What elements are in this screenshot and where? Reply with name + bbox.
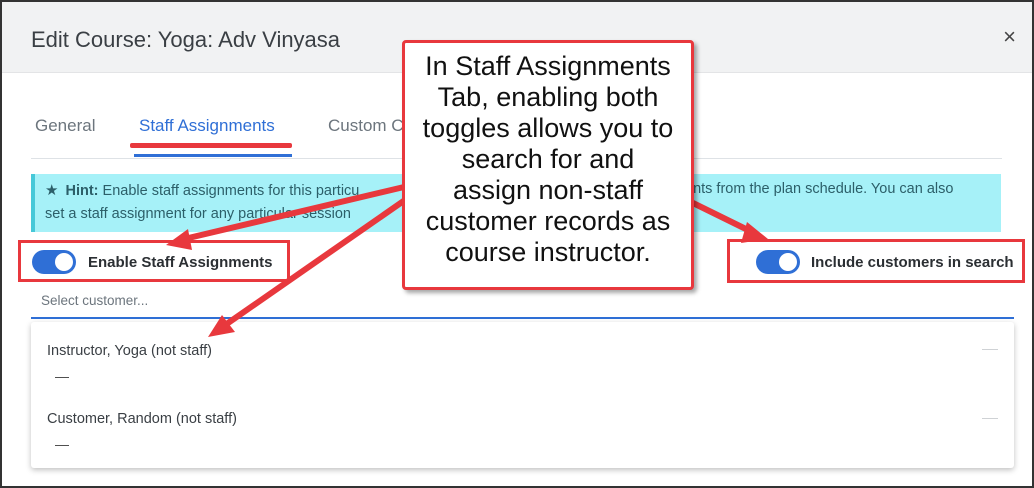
result-item-name[interactable]: Instructor, Yoga (not staff) [47,343,212,359]
callout-line: course instructor. [445,237,651,267]
staff-toggle-highlight: Enable Staff Assignments [18,240,290,282]
close-icon[interactable]: × [1003,26,1016,48]
result-item-detail: — [55,368,69,384]
hint-label: Hint: [65,183,99,199]
search-results-dropdown: Instructor, Yoga (not staff) — Customer,… [31,322,1014,468]
result-item-marker [982,349,998,350]
tab-staff-assignments[interactable]: Staff Assignments [139,116,275,136]
include-customers-switch[interactable] [756,250,800,274]
result-item-detail: — [55,436,69,452]
enable-staff-assignments-switch[interactable] [32,250,76,274]
hint-text-left: Enable staff assignments for this partic… [102,183,360,199]
hint-line-2: set a staff assignment for any particula… [45,206,351,222]
switch-knob [779,253,797,271]
hint-line-1: ★ Hint: Enable staff assignments for thi… [45,181,953,199]
active-tab-indicator [134,154,292,157]
result-item-marker [982,418,998,419]
annotation-callout: In Staff Assignments Tab, enabling both … [402,40,694,290]
annotation-underline [130,143,292,148]
enable-staff-assignments-label: Enable Staff Assignments [88,254,273,271]
callout-line: Tab, enabling both [437,82,659,112]
dialog-title: Edit Course: Yoga: Adv Vinyasa [31,27,341,52]
star-icon: ★ [45,182,59,199]
callout-line: toggles allows you to [422,113,674,143]
callout-line: In Staff Assignments [425,51,671,81]
result-item-name[interactable]: Customer, Random (not staff) [47,411,237,427]
include-customers-label: Include customers in search [811,254,1014,271]
tab-general[interactable]: General [35,116,95,136]
hint-text-right: ents from the plan schedule. You can als… [685,181,954,197]
tab-custom[interactable]: Custom C [328,116,404,136]
customers-toggle-highlight: Include customers in search [727,239,1025,283]
switch-knob [55,253,73,271]
callout-text: In Staff Assignments Tab, enabling both … [405,51,691,268]
callout-line: search for and [461,144,635,174]
callout-line: customer records as [425,206,671,236]
callout-line: assign non-staff [452,175,644,205]
